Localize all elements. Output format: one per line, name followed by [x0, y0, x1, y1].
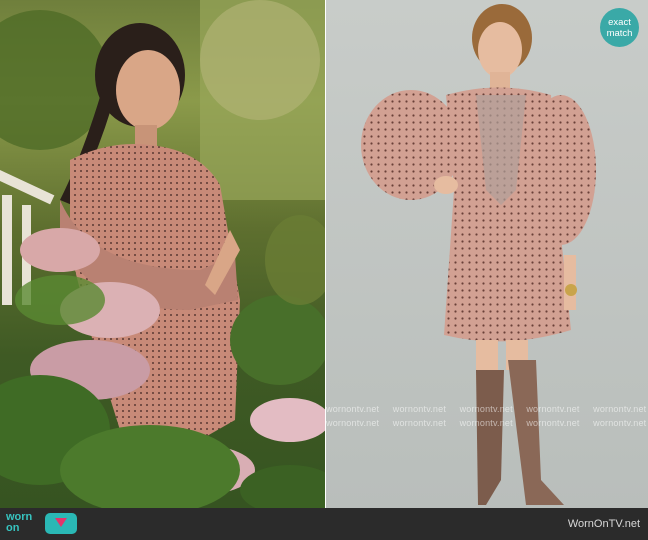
badge-line-1: exact: [608, 16, 631, 28]
exact-match-badge: exact match: [600, 8, 639, 47]
tv-icon: [45, 512, 77, 534]
site-name[interactable]: WornOnTV.net: [568, 518, 640, 530]
scene-illustration: [0, 0, 325, 508]
watermark-row-1: wornontv.net wornontv.net wornontv.net w…: [326, 404, 647, 414]
wornontv-logo[interactable]: worn on: [6, 512, 77, 534]
product-photo: wornontv.net wornontv.net wornontv.net w…: [326, 0, 648, 508]
scene-photo: [0, 0, 325, 508]
footer-bar: worn on WornOnTV.net: [0, 508, 648, 540]
watermark-row-2: wornontv.net wornontv.net wornontv.net w…: [326, 418, 647, 428]
badge-line-2: match: [606, 27, 633, 39]
model-illustration: [361, 4, 596, 505]
logo-word-on: on: [6, 522, 20, 534]
image-frame: wornontv.net wornontv.net wornontv.net w…: [0, 0, 648, 540]
logo-wordmark: worn on: [6, 512, 42, 534]
